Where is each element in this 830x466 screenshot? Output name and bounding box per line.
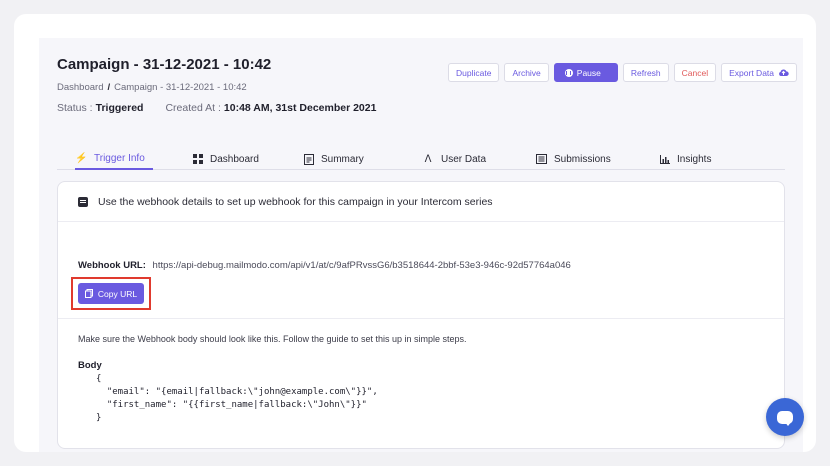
tab-bar: ⚡ Trigger Info Dashboard Summary ᐱ User … xyxy=(57,148,785,170)
tab-user-data[interactable]: ᐱ User Data xyxy=(422,148,486,170)
campaign-page: Campaign - 31-12-2021 - 10:42 Dashboard … xyxy=(39,38,803,452)
webhook-card: Use the webhook details to set up webhoo… xyxy=(57,181,785,449)
pause-icon xyxy=(564,68,573,77)
export-data-label: Export Data xyxy=(729,67,775,78)
grid-icon xyxy=(193,154,203,164)
body-code-block: { "email": "{email|fallback:\"john@examp… xyxy=(96,374,378,423)
list-icon xyxy=(536,154,547,164)
tab-label: Submissions xyxy=(554,153,611,165)
webhook-url-value: https://api-debug.mailmodo.com/api/v1/at… xyxy=(152,260,571,271)
document-icon xyxy=(304,153,314,165)
card-divider xyxy=(58,318,784,319)
bar-chart-icon xyxy=(660,154,670,164)
pause-button[interactable]: Pause xyxy=(553,63,618,82)
copy-icon xyxy=(84,289,93,298)
bolt-icon: ⚡ xyxy=(75,152,88,164)
cancel-button[interactable]: Cancel xyxy=(673,63,717,82)
card-header: Use the webhook details to set up webhoo… xyxy=(58,182,784,222)
archive-button[interactable]: Archive xyxy=(504,63,549,82)
pause-button-label: Pause xyxy=(576,67,601,78)
body-label: Body xyxy=(78,360,102,371)
chat-launcher[interactable] xyxy=(766,398,804,436)
cloud-upload-icon xyxy=(779,69,789,76)
export-data-button[interactable]: Export Data xyxy=(721,63,798,82)
copy-url-highlight: Copy URL xyxy=(71,277,151,310)
action-bar: Duplicate Archive Pause Refresh Cancel E… xyxy=(448,63,798,82)
refresh-button[interactable]: Refresh xyxy=(622,63,669,82)
breadcrumb-current: Campaign - 31-12-2021 - 10:42 xyxy=(114,82,247,93)
status-label: Status : xyxy=(57,102,93,114)
tab-label: Dashboard xyxy=(210,153,259,165)
tab-insights[interactable]: Insights xyxy=(660,148,711,170)
breadcrumb-separator: / xyxy=(107,82,111,93)
tab-label: Insights xyxy=(677,153,712,165)
tab-trigger-info[interactable]: ⚡ Trigger Info xyxy=(75,148,153,170)
tab-label: Trigger Info xyxy=(94,152,145,164)
duplicate-button[interactable]: Duplicate xyxy=(448,63,500,82)
created-label: Created At : xyxy=(165,102,221,114)
tab-dashboard[interactable]: Dashboard xyxy=(193,148,259,170)
tab-summary[interactable]: Summary xyxy=(304,148,364,170)
webhook-icon xyxy=(78,196,88,207)
app-frame: Campaign - 31-12-2021 - 10:42 Dashboard … xyxy=(14,14,816,452)
tab-label: Summary xyxy=(321,153,364,165)
breadcrumb-dashboard[interactable]: Dashboard xyxy=(57,82,103,93)
copy-url-button[interactable]: Copy URL xyxy=(78,283,144,304)
webhook-url-row: Webhook URL: https://api-debug.mailmodo.… xyxy=(78,260,571,271)
copy-url-label: Copy URL xyxy=(97,288,138,299)
status-line: Status : Triggered Created At : 10:48 AM… xyxy=(57,102,376,114)
created-value: 10:48 AM, 31st December 2021 xyxy=(223,102,377,114)
card-heading: Use the webhook details to set up webhoo… xyxy=(98,195,493,208)
page-title: Campaign - 31-12-2021 - 10:42 xyxy=(57,56,272,73)
webhook-url-label: Webhook URL: xyxy=(78,260,146,271)
chat-bubble-icon xyxy=(777,410,793,426)
tab-label: User Data xyxy=(441,153,487,165)
breadcrumb: Dashboard / Campaign - 31-12-2021 - 10:4… xyxy=(57,82,247,93)
tab-submissions[interactable]: Submissions xyxy=(536,148,611,170)
users-icon: ᐱ xyxy=(424,153,432,165)
webhook-body-info: Make sure the Webhook body should look l… xyxy=(78,334,467,344)
status-value: Triggered xyxy=(95,102,144,114)
